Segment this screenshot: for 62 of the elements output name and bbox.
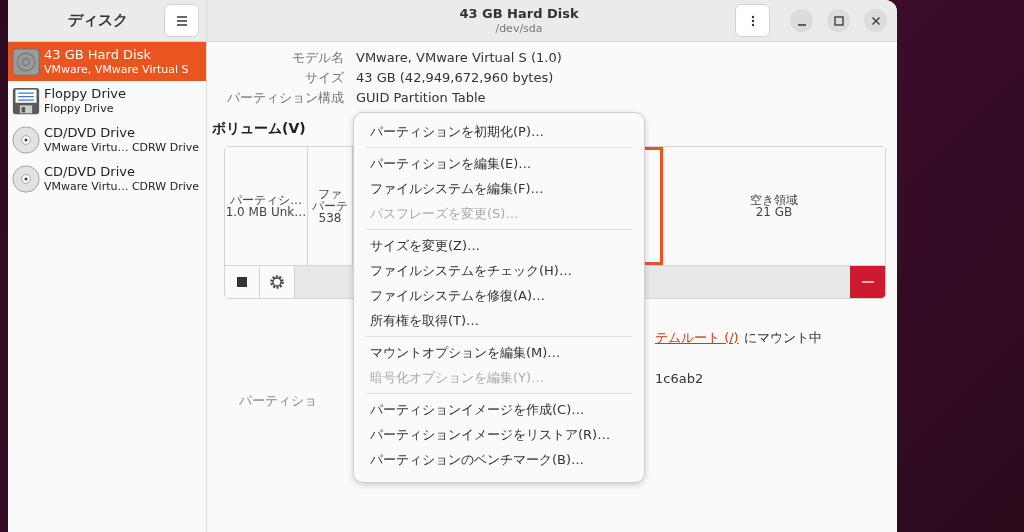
disk-name: CD/DVD Drive — [44, 163, 136, 179]
disk-description: Floppy Drive — [44, 101, 115, 116]
maximize-button[interactable] — [827, 9, 850, 32]
mount-point-link[interactable]: テムルート (/) — [655, 330, 739, 345]
menu-item[interactable]: ファイルシステムをチェック(H)… — [354, 258, 644, 283]
info-label: パーティション構成 — [226, 89, 344, 107]
partition-label: パーティシ… — [230, 194, 302, 206]
menu-item[interactable]: サイズを変更(Z)… — [354, 233, 644, 258]
settings-button[interactable] — [260, 266, 295, 298]
partition-label: ファ — [318, 188, 342, 200]
settings-icon — [269, 274, 285, 290]
minimize-button[interactable] — [790, 9, 813, 32]
menu-item[interactable]: パーティションを編集(E)… — [354, 151, 644, 176]
more-icon — [750, 14, 755, 27]
volumes-heading: ボリューム(V) — [212, 120, 306, 138]
partition-label: 21 GB — [755, 206, 793, 218]
window-title: 43 GB Hard Disk — [459, 5, 579, 21]
disk-list-item[interactable]: Floppy Drive Floppy Drive — [8, 81, 206, 120]
close-button[interactable] — [864, 9, 887, 32]
menu-icon — [175, 15, 188, 26]
menu-item[interactable]: マウントオプションを編集(M)… — [354, 340, 644, 365]
menu-item[interactable]: パーティションイメージをリストア(R)… — [354, 422, 644, 447]
menu-item[interactable]: ファイルシステムを修復(A)… — [354, 283, 644, 308]
menu-item[interactable]: 所有権を取得(T)… — [354, 308, 644, 333]
detail-label: パーティショ — [238, 392, 317, 410]
optical-disc-icon — [12, 164, 40, 193]
info-label: モデル名 — [291, 49, 344, 67]
minimize-icon — [797, 23, 806, 26]
info-value: GUID Partition Table — [356, 89, 487, 107]
menu-button[interactable] — [164, 4, 199, 37]
disk-name: 43 GB Hard Disk — [44, 46, 152, 62]
partition-label: パーテ — [312, 200, 348, 212]
menu-item[interactable]: パーティションを初期化(P)… — [354, 119, 644, 144]
stop-icon — [237, 277, 247, 287]
menu-item[interactable]: パーティションイメージを作成(C)… — [354, 397, 644, 422]
disk-list-item[interactable]: CD/DVD Drive VMware Virtu… CDRW Drive — [8, 120, 206, 159]
window-subtitle: /dev/sda — [495, 20, 543, 36]
close-icon — [870, 15, 881, 26]
info-label: サイズ — [304, 69, 344, 87]
partition-block[interactable]: パーティシ… 1.0 MB Unk… — [225, 147, 308, 265]
partition-label: 1.0 MB Unk… — [225, 206, 307, 218]
info-value: 43 GB (42,949,672,960 bytes) — [356, 69, 555, 87]
maximize-icon — [833, 15, 844, 26]
disk-description: VMware Virtu… CDRW Drive — [44, 139, 199, 155]
disk-description: VMware Virtu… CDRW Drive — [44, 178, 199, 194]
menu-item[interactable]: ファイルシステムを編集(F)… — [354, 176, 644, 201]
sidebar-title: ディスク — [68, 11, 128, 30]
delete-button[interactable] — [850, 266, 885, 298]
menu-item[interactable]: パーティションのベンチマーク(B)… — [354, 447, 644, 472]
disk-list-item[interactable]: 43 GB Hard Disk VMware, VMware Virtual S — [8, 42, 206, 81]
disk-name: Floppy Drive — [44, 85, 127, 101]
info-value: VMware, VMware Virtual S (1.0) — [356, 49, 563, 67]
detail-value: 1c6ab2 — [655, 371, 704, 386]
partition-label: 538 — [318, 212, 342, 224]
stop-button[interactable] — [225, 266, 260, 298]
minus-icon — [861, 281, 874, 283]
disk-list-item[interactable]: CD/DVD Drive VMware Virtu… CDRW Drive — [8, 159, 206, 198]
detail-value: にマウント中 — [743, 330, 822, 345]
disk-name: CD/DVD Drive — [44, 124, 136, 140]
disk-description: VMware, VMware Virtual S — [44, 61, 189, 77]
partition-label: 空き領域 — [750, 194, 798, 206]
optical-disc-icon — [12, 125, 40, 154]
